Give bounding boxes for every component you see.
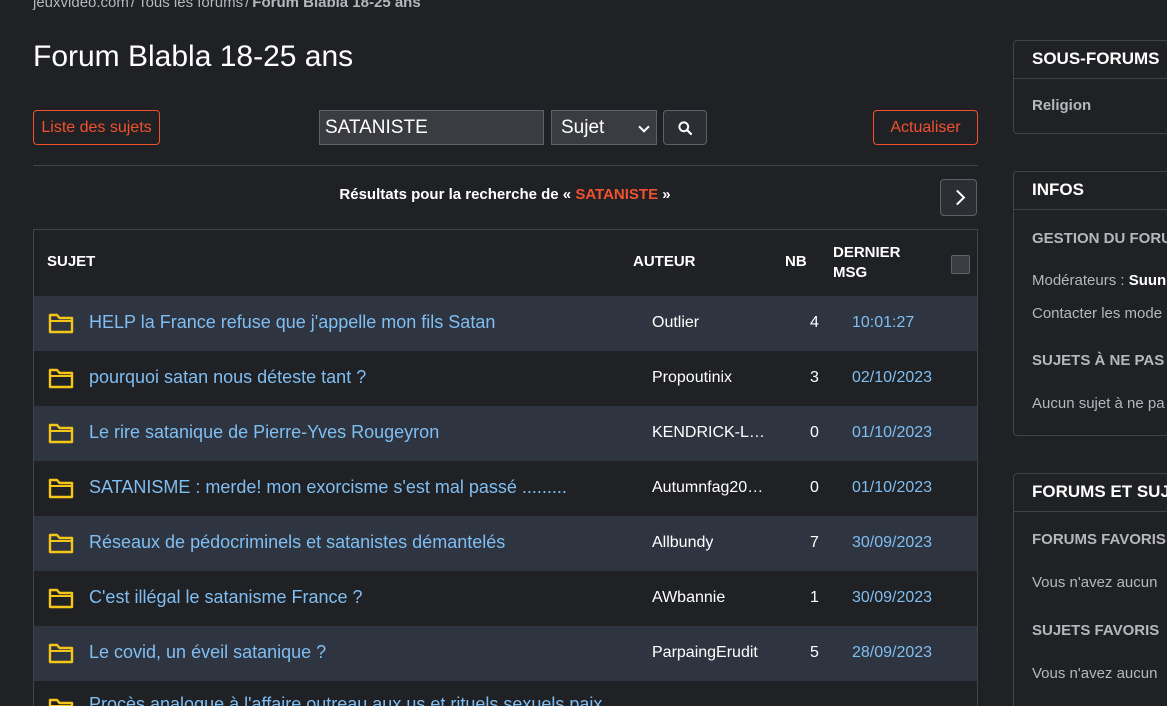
topic-title-link[interactable]: pourquoi satan nous déteste tant ? — [89, 367, 366, 388]
favorite-forums-text: Vous n'avez aucun — [1032, 574, 1158, 591]
folder-icon — [48, 588, 74, 609]
topic-reply-count: 1 — [810, 589, 819, 606]
table-row: HELP la France refuse que j'appelle mon … — [34, 296, 977, 351]
favorite-forums-heading: FORUMS FAVORIS — [1032, 531, 1166, 548]
chevron-down-icon — [638, 121, 650, 133]
folder-icon — [48, 478, 74, 499]
search-input[interactable]: SATANISTE — [319, 110, 544, 145]
search-scope-select[interactable]: Sujet — [551, 110, 657, 145]
folder-icon — [48, 313, 74, 334]
table-row: Le covid, un éveil satanique ? ParpaingE… — [34, 626, 977, 681]
results-term: SATANISTE — [575, 186, 659, 203]
topic-reply-count: 0 — [810, 479, 819, 496]
table-row: Le rire satanique de Pierre-Yves Rougeyr… — [34, 406, 977, 461]
topic-author-link[interactable]: Allbundy — [652, 534, 713, 552]
chevron-right-icon — [949, 189, 966, 206]
topic-author-link[interactable]: Outlier — [652, 314, 699, 332]
breadcrumb-site-link[interactable]: jeuxvideo.com — [33, 0, 129, 11]
divider — [33, 165, 978, 166]
topic-title-link[interactable]: Le rire satanique de Pierre-Yves Rougeyr… — [89, 422, 439, 443]
topic-reply-count: 0 — [810, 424, 819, 441]
topic-reply-count: 7 — [810, 534, 819, 551]
topic-title-link[interactable]: C'est illégal le satanisme France ? — [89, 587, 363, 608]
folder-icon — [48, 368, 74, 389]
contact-moderators-link[interactable]: Contacter les mode — [1014, 305, 1162, 322]
topics-to-avoid-heading: SUJETS À NE PAS — [1032, 352, 1165, 369]
topic-title-link[interactable]: Réseaux de pédocriminels et satanistes d… — [89, 532, 505, 553]
moderator-link[interactable]: Suun — [1129, 272, 1167, 289]
moderators-label: Modérateurs : — [1032, 272, 1129, 289]
topic-last-message-link[interactable]: 01/10/2023 — [852, 479, 932, 497]
search-button[interactable] — [663, 110, 707, 145]
topic-author-link[interactable]: Autumnfag2023- — [652, 479, 770, 497]
column-header-author: AUTEUR — [633, 253, 696, 270]
moderators-line: Modérateurs : Suun — [1014, 272, 1166, 289]
search-icon — [678, 121, 692, 135]
topics-to-avoid-text: Aucun sujet à ne pa — [1032, 395, 1165, 412]
search-scope-value: Sujet — [561, 117, 605, 138]
topic-author-link[interactable]: AWbannie — [652, 589, 725, 607]
table-row: Procès analogue à l'affaire outreau aux … — [34, 681, 977, 706]
table-row: SATANISME : merde! mon exorcisme s'est m… — [34, 461, 977, 516]
next-page-button[interactable] — [940, 179, 977, 216]
topic-list-button[interactable]: Liste des sujets — [33, 110, 160, 145]
sidebar-favorites-title: FORUMS ET SUJ — [1014, 474, 1167, 512]
table-row: C'est illégal le satanisme France ? AWba… — [34, 571, 977, 626]
sidebar-infos-card: INFOS GESTION DU FORU Modérateurs : Suun… — [1013, 171, 1167, 436]
breadcrumb-current: Forum Blabla 18-25 ans — [252, 0, 421, 11]
breadcrumb-separator: / — [245, 0, 250, 11]
topic-author-link[interactable]: ParpaingErudit — [652, 644, 758, 662]
sidebar-subforums-card: SOUS-FORUMS Religion — [1013, 40, 1167, 134]
topic-title-link[interactable]: SATANISME : merde! mon exorcisme s'est m… — [89, 477, 567, 498]
topic-author-link[interactable]: Propoutinix — [652, 369, 732, 387]
breadcrumb: jeuxvideo.com / Tous les forums / Forum Blab… — [33, 0, 421, 11]
sidebar-favorites-card: FORUMS ET SUJ FORUMS FAVORIS Vous n'avez… — [1013, 473, 1167, 706]
table-header: SUJET AUTEUR NB DERNIER MSG — [34, 230, 977, 296]
refresh-button[interactable]: Actualiser — [873, 110, 978, 145]
column-header-last-message: DERNIER MSG — [833, 244, 901, 281]
table-row: Réseaux de pédocriminels et satanistes d… — [34, 516, 977, 571]
table-row: pourquoi satan nous déteste tant ? Propo… — [34, 351, 977, 406]
subforum-link-religion[interactable]: Religion — [1014, 97, 1091, 114]
results-prefix: Résultats pour la recherche de « — [339, 186, 576, 203]
topic-last-message-link[interactable]: 01/10/2023 — [852, 424, 932, 442]
breadcrumb-separator: / — [130, 0, 136, 11]
search-results-heading: Résultats pour la recherche de « SATANIS… — [0, 186, 1010, 203]
breadcrumb-all-forums-link[interactable]: Tous les forums — [138, 0, 243, 11]
topic-last-message-link[interactable]: 02/10/2023 — [852, 369, 932, 387]
topic-table: SUJET AUTEUR NB DERNIER MSG HELP la Fran… — [33, 229, 978, 706]
topic-last-message-link[interactable]: 30/09/2023 — [852, 589, 932, 607]
topic-last-message-link[interactable]: 30/09/2023 — [852, 534, 932, 552]
topic-author-link[interactable]: KENDRICK-LA... — [652, 424, 770, 442]
sidebar-infos-title: INFOS — [1014, 172, 1167, 210]
results-suffix: » — [658, 186, 671, 203]
forum-management-heading: GESTION DU FORU — [1032, 230, 1167, 247]
folder-icon — [48, 643, 74, 664]
topic-title-link[interactable]: Le covid, un éveil satanique ? — [89, 642, 326, 663]
topic-last-message-link[interactable]: 28/09/2023 — [852, 644, 932, 662]
topic-reply-count: 4 — [810, 314, 819, 331]
column-header-subject: SUJET — [47, 253, 96, 270]
folder-icon — [48, 423, 74, 444]
select-all-checkbox[interactable] — [951, 255, 970, 274]
folder-icon — [48, 698, 74, 706]
page-title: Forum Blabla 18-25 ans — [33, 40, 354, 73]
favorite-topics-heading: SUJETS FAVORIS — [1032, 622, 1160, 639]
topic-reply-count: 3 — [810, 369, 819, 386]
column-header-count: NB — [785, 253, 807, 270]
favorite-topics-text: Vous n'avez aucun — [1032, 665, 1158, 682]
topic-last-message-link[interactable]: 10:01:27 — [852, 314, 914, 332]
topic-title-link[interactable]: HELP la France refuse que j'appelle mon … — [89, 312, 495, 333]
folder-icon — [48, 533, 74, 554]
topic-title-link[interactable]: Procès analogue à l'affaire outreau aux … — [89, 694, 602, 706]
topic-reply-count: 5 — [810, 644, 819, 661]
sidebar-subforums-title: SOUS-FORUMS — [1014, 41, 1167, 79]
